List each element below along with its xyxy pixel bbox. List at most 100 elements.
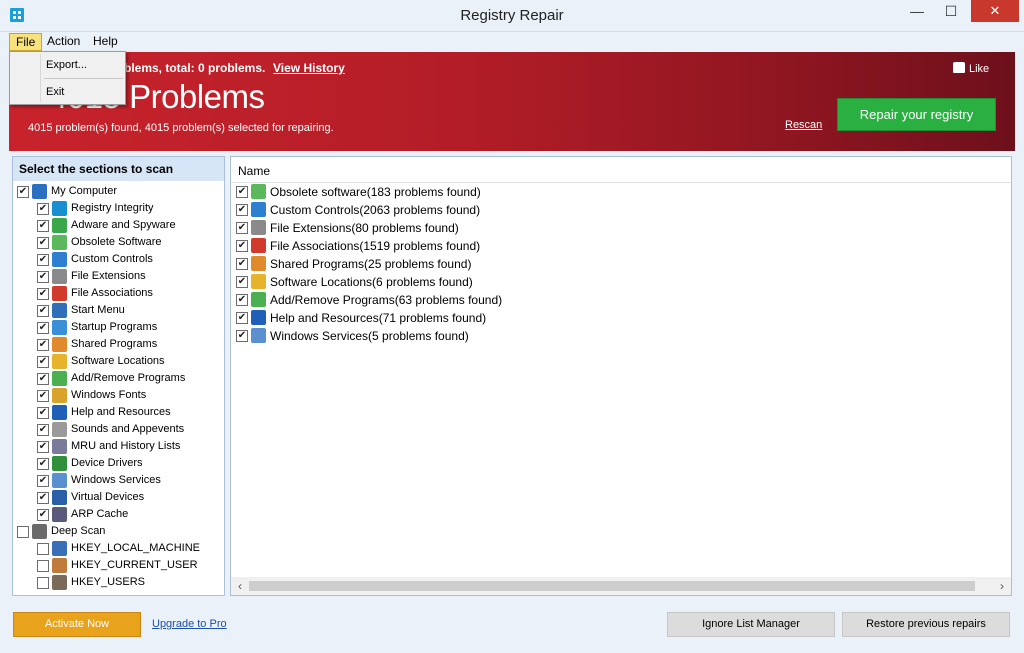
- result-row[interactable]: ✔ Shared Programs(25 problems found): [236, 255, 636, 273]
- view-history-link[interactable]: View History: [273, 61, 345, 75]
- tree-item-registry-integrity[interactable]: ✔ Registry Integrity: [37, 200, 218, 217]
- scroll-thumb[interactable]: [249, 581, 975, 591]
- registry-icon: [52, 201, 67, 216]
- fonts-icon: [52, 388, 67, 403]
- checkbox[interactable]: ✔: [17, 186, 29, 198]
- checkbox[interactable]: ✔: [37, 407, 49, 419]
- menu-item-export[interactable]: Export...: [46, 59, 87, 71]
- like-button[interactable]: Like: [953, 62, 989, 75]
- tree-item-virtual-devices[interactable]: ✔ Virtual Devices: [37, 489, 218, 506]
- result-row[interactable]: ✔ File Associations(1519 problems found): [236, 237, 636, 255]
- tree-item-file-associations[interactable]: ✔ File Associations: [37, 285, 218, 302]
- title-bar[interactable]: Registry Repair — ☐ ✕: [0, 0, 1024, 32]
- controls-icon: [251, 202, 266, 217]
- tree-item-obsolete-software[interactable]: ✔ Obsolete Software: [37, 234, 218, 251]
- tree-item-file-extensions[interactable]: ✔ File Extensions: [37, 268, 218, 285]
- checkbox[interactable]: ✔: [236, 240, 248, 252]
- tree-item-deep-scan[interactable]: Deep Scan: [17, 523, 218, 540]
- magnifier-icon: [32, 524, 47, 539]
- close-button[interactable]: ✕: [971, 0, 1019, 22]
- checkbox[interactable]: ✔: [236, 204, 248, 216]
- checkbox[interactable]: ✔: [37, 441, 49, 453]
- menu-item-exit[interactable]: Exit: [46, 86, 64, 98]
- checkbox[interactable]: ✔: [37, 288, 49, 300]
- tree-item-arp-cache[interactable]: ✔ ARP Cache: [37, 506, 218, 523]
- result-row[interactable]: ✔ Obsolete software(183 problems found): [236, 183, 636, 201]
- checkbox[interactable]: ✔: [236, 222, 248, 234]
- column-header-name[interactable]: Name: [231, 157, 1011, 183]
- checkbox[interactable]: ✔: [37, 339, 49, 351]
- checkbox[interactable]: ✔: [236, 312, 248, 324]
- checkbox[interactable]: ✔: [236, 258, 248, 270]
- checkbox[interactable]: [17, 526, 29, 538]
- sections-panel-title: Select the sections to scan: [13, 157, 224, 181]
- checkbox[interactable]: ✔: [37, 305, 49, 317]
- tree-item-sounds-and-appevents[interactable]: ✔ Sounds and Appevents: [37, 421, 218, 438]
- scroll-right-icon[interactable]: ›: [995, 579, 1009, 593]
- tree-item-windows-services[interactable]: ✔ Windows Services: [37, 472, 218, 489]
- checkbox[interactable]: [37, 560, 49, 572]
- result-row[interactable]: ✔ Software Locations(6 problems found): [236, 273, 636, 291]
- checkbox[interactable]: ✔: [37, 203, 49, 215]
- checkbox[interactable]: ✔: [37, 271, 49, 283]
- tree-item-hkey-current-user[interactable]: HKEY_CURRENT_USER: [37, 557, 218, 574]
- maximize-button[interactable]: ☐: [937, 0, 965, 22]
- horizontal-scrollbar[interactable]: ‹ ›: [231, 577, 1011, 595]
- restore-previous-repairs-button[interactable]: Restore previous repairs: [842, 612, 1010, 637]
- menu-action[interactable]: Action: [41, 33, 86, 51]
- start-menu-icon: [52, 303, 67, 318]
- folder-icon: [251, 274, 266, 289]
- summary-text: blems, total: 0 problems.: [124, 61, 266, 75]
- checkbox[interactable]: ✔: [37, 475, 49, 487]
- tree-item-add-remove-programs[interactable]: ✔ Add/Remove Programs: [37, 370, 218, 387]
- checkbox[interactable]: [37, 543, 49, 555]
- tree-item-hkey-users[interactable]: HKEY_USERS: [37, 574, 218, 591]
- ignore-list-manager-button[interactable]: Ignore List Manager: [667, 612, 835, 637]
- scroll-left-icon[interactable]: ‹: [233, 579, 247, 593]
- rescan-link[interactable]: Rescan: [785, 119, 822, 131]
- checkbox[interactable]: ✔: [37, 356, 49, 368]
- repair-registry-button[interactable]: Repair your registry: [837, 98, 996, 131]
- tree-item-custom-controls[interactable]: ✔ Custom Controls: [37, 251, 218, 268]
- tree-item-my-computer[interactable]: ✔ My Computer: [17, 183, 218, 200]
- tree-item-hkey-local-machine[interactable]: HKEY_LOCAL_MACHINE: [37, 540, 218, 557]
- tree-item-mru-and-history-lists[interactable]: ✔ MRU and History Lists: [37, 438, 218, 455]
- minimize-button[interactable]: —: [903, 0, 931, 22]
- tree-item-software-locations[interactable]: ✔ Software Locations: [37, 353, 218, 370]
- checkbox[interactable]: ✔: [37, 373, 49, 385]
- tree-item-help-and-resources[interactable]: ✔ Help and Resources: [37, 404, 218, 421]
- tree-item-start-menu[interactable]: ✔ Start Menu: [37, 302, 218, 319]
- checkbox[interactable]: ✔: [236, 276, 248, 288]
- folder-icon: [52, 354, 67, 369]
- tree-item-startup-programs[interactable]: ✔ Startup Programs: [37, 319, 218, 336]
- menu-file[interactable]: File: [9, 33, 43, 51]
- checkbox[interactable]: ✔: [37, 237, 49, 249]
- checkbox[interactable]: ✔: [37, 220, 49, 232]
- tree-item-label: File Associations: [71, 287, 153, 299]
- checkbox[interactable]: ✔: [37, 254, 49, 266]
- checkbox[interactable]: ✔: [37, 390, 49, 402]
- tree-item-windows-fonts[interactable]: ✔ Windows Fonts: [37, 387, 218, 404]
- checkbox[interactable]: ✔: [236, 186, 248, 198]
- tree-item-adware-and-spyware[interactable]: ✔ Adware and Spyware: [37, 217, 218, 234]
- tree-item-device-drivers[interactable]: ✔ Device Drivers: [37, 455, 218, 472]
- help-icon: [52, 405, 67, 420]
- result-row[interactable]: ✔ Custom Controls(2063 problems found): [236, 201, 636, 219]
- checkbox[interactable]: [37, 577, 49, 589]
- checkbox[interactable]: ✔: [37, 322, 49, 334]
- checkbox[interactable]: ✔: [37, 509, 49, 521]
- result-label: Windows Services(5 problems found): [270, 329, 469, 343]
- checkbox[interactable]: ✔: [37, 424, 49, 436]
- result-row[interactable]: ✔ Windows Services(5 problems found): [236, 327, 636, 345]
- activate-now-button[interactable]: Activate Now: [13, 612, 141, 637]
- result-row[interactable]: ✔ Help and Resources(71 problems found): [236, 309, 636, 327]
- result-row[interactable]: ✔ Add/Remove Programs(63 problems found): [236, 291, 636, 309]
- tree-item-shared-programs[interactable]: ✔ Shared Programs: [37, 336, 218, 353]
- checkbox[interactable]: ✔: [37, 458, 49, 470]
- checkbox[interactable]: ✔: [236, 330, 248, 342]
- checkbox[interactable]: ✔: [37, 492, 49, 504]
- checkbox[interactable]: ✔: [236, 294, 248, 306]
- menu-help[interactable]: Help: [87, 33, 124, 51]
- result-row[interactable]: ✔ File Extensions(80 problems found): [236, 219, 636, 237]
- upgrade-to-pro-link[interactable]: Upgrade to Pro: [152, 618, 227, 630]
